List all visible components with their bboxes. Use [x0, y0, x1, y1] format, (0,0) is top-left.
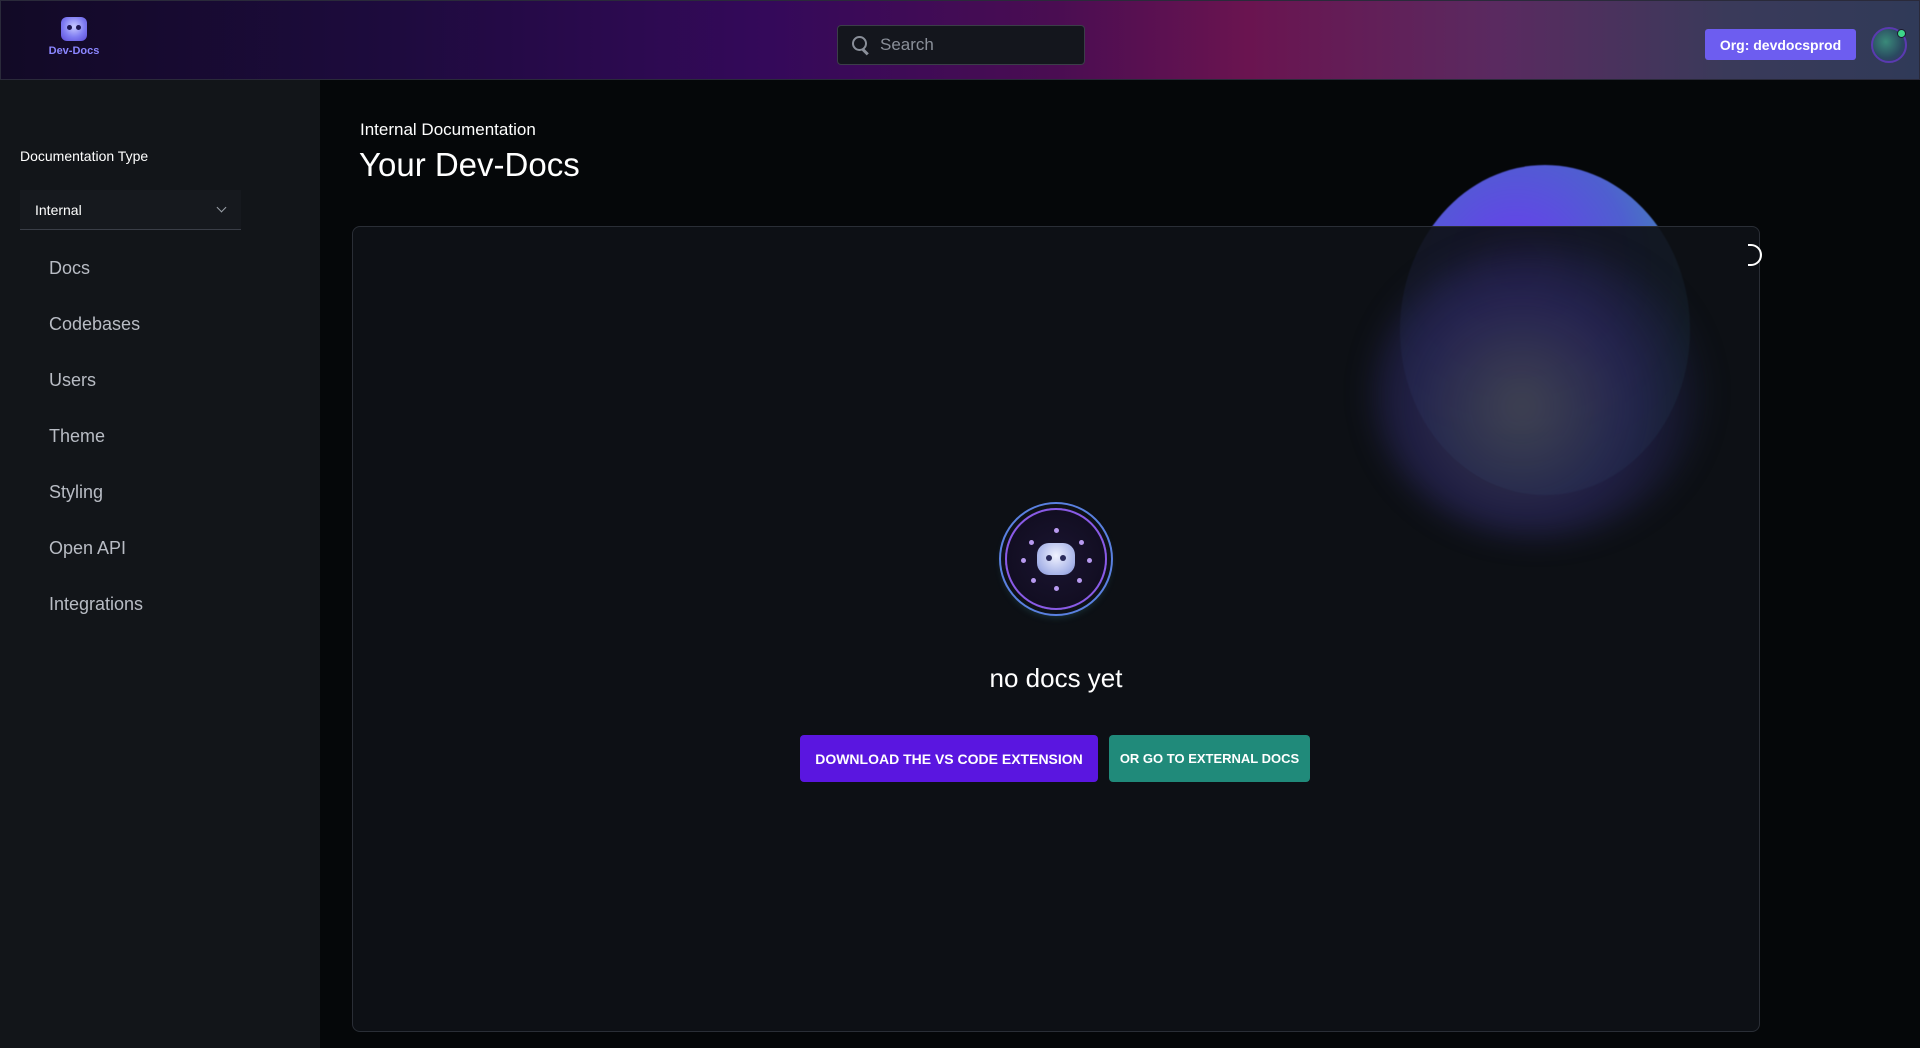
- online-status-icon: [1897, 29, 1906, 38]
- orbit-dot: [1077, 578, 1082, 583]
- sidebar-nav: Docs Codebases Users Theme Styling Open …: [0, 240, 320, 632]
- search-icon: [852, 36, 870, 54]
- chevron-down-icon: [216, 202, 227, 213]
- docs-panel: no docs yet DOWNLOAD THE VS CODE EXTENSI…: [352, 226, 1760, 1032]
- orbit-dot: [1031, 578, 1036, 583]
- documentation-type-select[interactable]: Internal: [20, 190, 241, 230]
- top-header: Dev-Docs Org: devdocsprod: [0, 0, 1920, 80]
- page-subtitle: Internal Documentation: [360, 120, 536, 139]
- sidebar-item-styling[interactable]: Styling: [0, 464, 320, 520]
- orbit-dot: [1079, 540, 1084, 545]
- sidebar-item-codebases[interactable]: Codebases: [0, 296, 320, 352]
- empty-state-message: no docs yet: [989, 663, 1123, 693]
- external-docs-button[interactable]: OR GO TO EXTERNAL DOCS: [1109, 735, 1310, 782]
- logo-text: Dev-Docs: [48, 45, 100, 57]
- sidebar-item-docs[interactable]: Docs: [0, 240, 320, 296]
- sidebar-item-integrations[interactable]: Integrations: [0, 576, 320, 632]
- robot-face-icon: [1037, 543, 1075, 575]
- orbit-dot: [1029, 540, 1034, 545]
- decorative-glow: [1373, 247, 1703, 537]
- documentation-type-value: Internal: [35, 201, 82, 218]
- page-title: Your Dev-Docs: [359, 146, 580, 183]
- sidebar: Documentation Type Internal Docs Codebas…: [0, 80, 320, 1048]
- search-input[interactable]: [880, 35, 1060, 55]
- avatar[interactable]: [1871, 27, 1907, 63]
- orbit-dot: [1054, 586, 1059, 591]
- download-vscode-extension-button[interactable]: DOWNLOAD THE VS CODE EXTENSION: [800, 735, 1098, 782]
- orbit-dot: [1021, 558, 1026, 563]
- orbit-dot: [1087, 558, 1092, 563]
- org-button[interactable]: Org: devdocsprod: [1705, 29, 1856, 60]
- robot-logo-icon: [61, 17, 87, 41]
- orbit-dot: [1054, 528, 1059, 533]
- documentation-type-label: Documentation Type: [20, 148, 149, 164]
- sidebar-item-users[interactable]: Users: [0, 352, 320, 408]
- sidebar-item-open-api[interactable]: Open API: [0, 520, 320, 576]
- sidebar-item-theme[interactable]: Theme: [0, 408, 320, 464]
- robot-illustration-icon: [1005, 508, 1107, 610]
- dev-docs-logo[interactable]: Dev-Docs: [47, 17, 101, 63]
- search-box[interactable]: [837, 25, 1085, 65]
